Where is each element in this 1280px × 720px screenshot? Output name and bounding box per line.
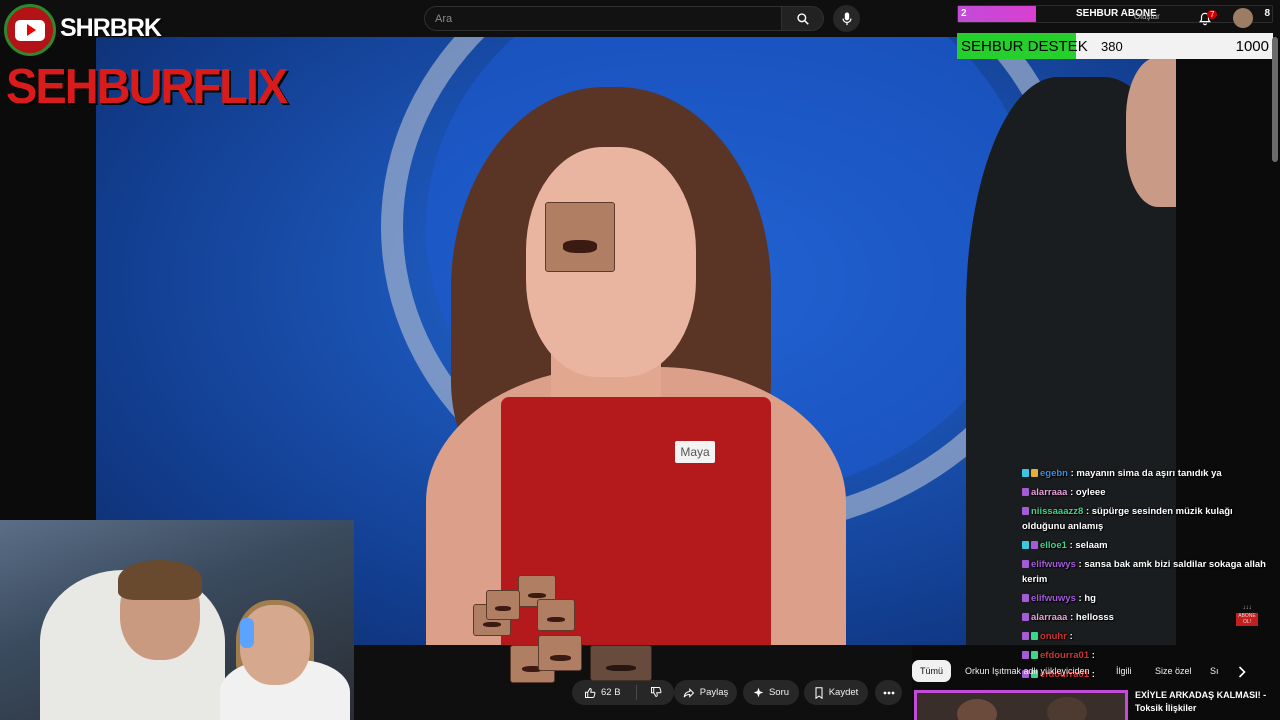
donation-goal-bar: SEHBUR DESTEK 380 1000: [957, 33, 1273, 59]
subscribe-sticker-box: ABONE OL!: [1236, 613, 1258, 626]
chat-text: : oyleee: [1070, 487, 1106, 498]
chat-message: alarraaa : hellosss: [1022, 610, 1272, 625]
chat-text: : hellosss: [1070, 612, 1114, 623]
chat-user: alarraaa: [1031, 487, 1068, 498]
create-button[interactable]: Oluştur: [1134, 12, 1160, 21]
screen: Maya SHRBRK SEHBURFLIX 2 SEHBUR ABONE 8 …: [0, 0, 1280, 720]
share-button[interactable]: Paylaş: [674, 680, 737, 705]
chat-user: egebn: [1040, 468, 1068, 479]
share-icon: [683, 687, 694, 698]
search-input[interactable]: [424, 6, 781, 31]
chat-overlay: egebn : mayanın sima da aşırı tanıdık ya…: [1022, 466, 1272, 686]
chat-message: elifwuwys : sansa bak amk bizi saldilar …: [1022, 557, 1272, 587]
channel-tag: SHRBRK: [60, 14, 162, 42]
chip-related[interactable]: İlgili: [1108, 660, 1140, 682]
chat-user: niissaaazz8: [1031, 506, 1084, 517]
chat-text: : hg: [1078, 593, 1096, 604]
emote-icon: [537, 599, 575, 631]
microphone-icon: [841, 11, 852, 25]
thumbnail-person: [1047, 697, 1087, 720]
search-bar: [424, 6, 824, 31]
ask-button[interactable]: Soru: [743, 680, 799, 705]
more-horizontal-icon: [883, 691, 894, 694]
search-icon: [796, 12, 809, 25]
chat-message: alarraaa : oyleee: [1022, 485, 1272, 500]
emote-icon: [545, 202, 615, 272]
youtube-logo-icon: [4, 4, 56, 56]
chips-next-button[interactable]: [1232, 662, 1252, 682]
chat-user: alarraaa: [1031, 612, 1068, 623]
like-divider: [636, 685, 637, 700]
ask-label: Soru: [768, 687, 790, 698]
emote-icon: [486, 590, 520, 620]
thumbs-up-icon: [585, 687, 596, 698]
thumbnail-person: [957, 699, 997, 720]
subscriber-goal-bar: 2 SEHBUR ABONE 8: [957, 5, 1273, 23]
chat-message: onuhr :: [1022, 629, 1272, 644]
like-button[interactable]: 62 B: [572, 680, 674, 705]
donation-goal-label: SEHBUR DESTEK: [961, 38, 1088, 55]
emote-icon: [590, 645, 652, 681]
chat-user: onuhr: [1040, 631, 1067, 642]
search-button[interactable]: [781, 6, 824, 31]
subscribe-sticker: ↓↓↓ ABONE OL!: [1236, 605, 1258, 626]
page-scrollbar[interactable]: [1272, 37, 1278, 162]
like-count: 62 B: [601, 687, 621, 698]
avatar[interactable]: [1233, 8, 1253, 28]
chip-all[interactable]: Tümü: [912, 660, 952, 682]
subscribe-sticker-arrows: ↓↓↓: [1242, 605, 1252, 611]
person-right-head: [1126, 57, 1176, 207]
donation-goal-target: 1000: [1235, 38, 1269, 55]
chat-user: elifwuwys: [1031, 593, 1076, 604]
chat-message: elifwuwys : hg: [1022, 591, 1272, 606]
video-actions-bar: 62 B Paylaş Soru Kaydet: [360, 635, 912, 720]
chip-uploader[interactable]: Orkun Işıtmak adlı yükleyiciden: [957, 660, 1098, 682]
sparkle-icon: [753, 687, 764, 698]
chat-message: niissaaazz8 : süpürge sesinden müzik kul…: [1022, 504, 1272, 534]
subscriber-goal-start: 2: [961, 8, 967, 19]
save-button[interactable]: Kaydet: [804, 680, 868, 705]
chat-text: : selaam: [1069, 540, 1108, 551]
emote-icon: [538, 635, 582, 671]
chat-user: elifwuwys: [1031, 559, 1076, 570]
webcam-feed: [0, 520, 354, 720]
chat-message: egebn : mayanın sima da aşırı tanıdık ya: [1022, 466, 1272, 481]
recommended-video-title[interactable]: EXİYLE ARKADAŞ KALMASI! - Toksik İlişkil…: [1135, 689, 1275, 715]
donation-goal-value: 380: [1101, 39, 1123, 54]
thumbs-down-icon[interactable]: [650, 686, 662, 698]
chat-text: : mayanın sima da aşırı tanıdık ya: [1070, 468, 1222, 479]
chat-message: elloe1 : selaam: [1022, 538, 1272, 553]
chevron-right-icon: [1238, 666, 1246, 678]
share-label: Paylaş: [699, 687, 729, 698]
more-actions-button[interactable]: [875, 680, 902, 705]
bookmark-icon: [815, 686, 823, 699]
chat-user: elloe1: [1040, 540, 1067, 551]
name-tag: Maya: [675, 441, 715, 463]
streamer-hair: [118, 560, 202, 600]
chat-text: :: [1069, 631, 1073, 642]
chip-more[interactable]: Sı: [1206, 660, 1223, 682]
subscriber-goal-fill: [958, 6, 1036, 22]
chip-for-you[interactable]: Size özel: [1147, 660, 1200, 682]
voice-search-button[interactable]: [833, 5, 860, 32]
subscriber-goal-end: 8: [1264, 8, 1270, 19]
filter-chips: Tümü Orkun Işıtmak adlı yükleyiciden İlg…: [912, 660, 1262, 682]
headset-icon: [240, 618, 254, 648]
save-label: Kaydet: [828, 687, 859, 698]
recommended-video-thumbnail[interactable]: [914, 690, 1128, 720]
brand-logo: SEHBURFLIX: [6, 57, 288, 114]
